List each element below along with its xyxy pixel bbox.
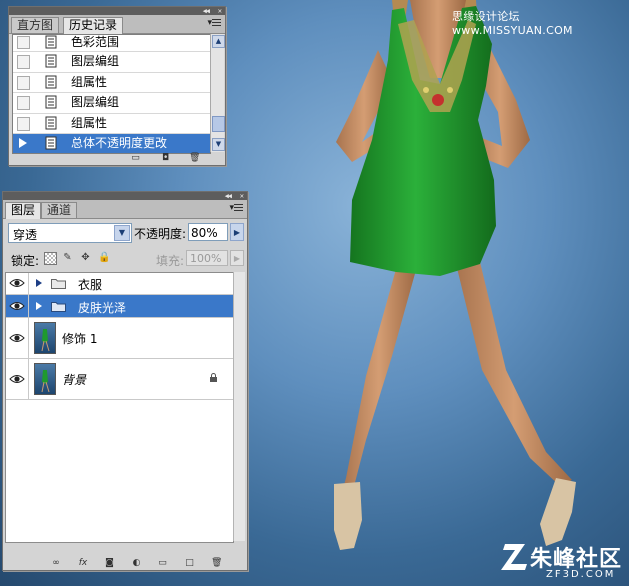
- snapshot-source-checkbox[interactable]: [17, 36, 30, 49]
- history-item[interactable]: 组属性: [13, 114, 210, 135]
- scroll-up-icon[interactable]: ▲: [212, 35, 225, 48]
- history-state-icon: [45, 75, 57, 89]
- history-item-label: 组属性: [71, 115, 108, 130]
- watermark-domain: ZF3D.COM: [546, 569, 616, 580]
- lock-all-icon[interactable]: 🔒: [98, 252, 110, 263]
- eye-visibility-icon[interactable]: [9, 300, 25, 312]
- opacity-label: 不透明度:: [134, 227, 187, 241]
- trash-icon[interactable]: 🗑: [211, 558, 222, 568]
- collapse-icon[interactable]: ◀◀: [225, 192, 233, 200]
- snapshot-source-checkbox[interactable]: [17, 75, 30, 90]
- layer-name[interactable]: 背景: [62, 371, 86, 388]
- fill-input[interactable]: 100%: [186, 250, 228, 266]
- eye-visibility-icon[interactable]: [9, 373, 25, 385]
- history-state-icon: [45, 54, 57, 68]
- tab-layers[interactable]: 图层: [5, 202, 42, 219]
- layers-panel: ◀◀ ✕ 图层 通道 ▾ 穿透 ▼ 不透明度: 80% ▶ 锁定: ✎ ✥ 🔒 …: [2, 191, 248, 571]
- history-item[interactable]: 色彩范围: [13, 35, 210, 52]
- lock-icon: [210, 373, 217, 382]
- layer-row[interactable]: 修饰 1: [6, 318, 233, 359]
- add-mask-icon[interactable]: ◙: [104, 558, 115, 568]
- divider: [28, 318, 29, 358]
- collapse-icon[interactable]: ◀◀: [203, 7, 211, 15]
- folder-icon: [51, 279, 66, 289]
- blend-opacity-row: 穿透 ▼ 不透明度: 80% ▶: [6, 223, 244, 243]
- history-state-icon: [45, 136, 57, 150]
- close-panel-icon[interactable]: ✕: [240, 192, 244, 200]
- create-snapshot-icon[interactable]: ◘: [160, 153, 171, 163]
- layer-style-fx-icon[interactable]: fx: [76, 558, 90, 568]
- history-state-icon: [45, 35, 57, 49]
- snapshot-source-checkbox[interactable]: [17, 55, 30, 69]
- adjustment-layer-icon[interactable]: ◐: [131, 558, 142, 568]
- expand-triangle-icon[interactable]: [36, 279, 42, 287]
- expand-triangle-icon[interactable]: [36, 302, 42, 310]
- history-footer: ▭ ◘ 🗑: [9, 151, 225, 165]
- history-panel: ◀◀ ✕ 直方图 历史记录 ▾ 色彩范围 图层编组 组属性 图层编组 组属性 总…: [8, 6, 226, 166]
- layer-thumbnail: [34, 322, 56, 354]
- watermark-top: 思缘设计论坛 www.MISSYUAN.COM: [452, 10, 573, 37]
- layers-tabs: 图层 通道 ▾: [3, 200, 247, 219]
- tab-history[interactable]: 历史记录: [63, 17, 124, 34]
- lock-pixels-brush-icon[interactable]: ✎: [62, 252, 73, 263]
- history-item-label: 图层编组: [71, 95, 120, 110]
- link-layers-icon[interactable]: ∞: [47, 558, 65, 568]
- panel-titlebar[interactable]: ◀◀ ✕: [9, 7, 225, 15]
- layers-footer: ∞ fx ◙ ◐ ▭ □ 🗑: [3, 552, 247, 570]
- history-state-slider-icon[interactable]: [19, 138, 27, 149]
- history-item-label: 组属性: [71, 74, 108, 89]
- panel-titlebar[interactable]: ◀◀ ✕: [3, 192, 247, 200]
- tab-histogram[interactable]: 直方图: [11, 17, 60, 33]
- layer-row-group[interactable]: 衣服: [6, 273, 233, 295]
- blend-mode-select[interactable]: 穿透 ▼: [8, 223, 132, 243]
- history-item-label: 色彩范围: [71, 35, 120, 49]
- snapshot-source-checkbox[interactable]: [17, 96, 30, 111]
- eye-visibility-icon[interactable]: [9, 277, 25, 289]
- panel-menu-icon[interactable]: ▾: [229, 203, 243, 213]
- divider: [28, 359, 29, 399]
- history-item-label: 总体不透明度更改: [71, 136, 168, 151]
- scroll-down-icon[interactable]: ▼: [212, 138, 225, 151]
- history-state-icon: [45, 95, 57, 109]
- history-state-icon: [45, 116, 57, 130]
- layer-name[interactable]: 修饰 1: [62, 330, 97, 347]
- chevron-down-icon[interactable]: ▼: [114, 225, 130, 241]
- layers-scrollbar[interactable]: [233, 272, 245, 541]
- divider: [28, 295, 29, 317]
- blend-mode-value: 穿透: [13, 228, 38, 242]
- history-item[interactable]: 组属性: [13, 73, 210, 94]
- new-document-from-state-icon[interactable]: ▭: [130, 153, 141, 163]
- close-panel-icon[interactable]: ✕: [218, 7, 222, 15]
- trash-icon[interactable]: 🗑: [189, 153, 200, 163]
- tab-channels[interactable]: 通道: [41, 202, 78, 218]
- lock-row: 锁定: ✎ ✥ 🔒 填充: 100% ▶: [6, 250, 244, 268]
- layers-list: 衣服 皮肤光泽 修饰 1 背景: [5, 272, 234, 543]
- history-tabs: 直方图 历史记录 ▾: [9, 15, 225, 34]
- layer-row-group-selected[interactable]: 皮肤光泽: [6, 295, 233, 318]
- divider: [28, 273, 29, 294]
- eye-visibility-icon[interactable]: [9, 332, 25, 344]
- lock-position-move-icon[interactable]: ✥: [80, 252, 91, 263]
- new-group-folder-icon[interactable]: ▭: [157, 558, 168, 568]
- history-item-label: 图层编组: [71, 54, 120, 68]
- fill-label: 填充:: [156, 254, 185, 268]
- layer-name[interactable]: 衣服: [78, 276, 102, 293]
- opacity-input[interactable]: 80%: [188, 223, 228, 241]
- history-list: 色彩范围 图层编组 组属性 图层编组 组属性 总体不透明度更改: [12, 34, 211, 154]
- lock-label: 锁定:: [11, 254, 40, 268]
- folder-icon: [51, 302, 66, 312]
- layer-name[interactable]: 皮肤光泽: [78, 299, 126, 316]
- opacity-slider-toggle-icon[interactable]: ▶: [230, 223, 244, 241]
- scroll-thumb[interactable]: [212, 116, 225, 132]
- layer-row-background[interactable]: 背景: [6, 359, 233, 400]
- panel-menu-icon[interactable]: ▾: [207, 18, 221, 28]
- new-layer-icon[interactable]: □: [184, 558, 195, 568]
- snapshot-source-checkbox[interactable]: [17, 116, 30, 131]
- history-item[interactable]: 图层编组: [13, 93, 210, 114]
- lock-transparency-icon[interactable]: [44, 252, 57, 265]
- history-item[interactable]: 图层编组: [13, 52, 210, 73]
- fill-slider-toggle-icon[interactable]: ▶: [230, 250, 244, 266]
- layer-thumbnail: [34, 363, 56, 395]
- history-scrollbar[interactable]: ▲ ▼: [210, 34, 225, 152]
